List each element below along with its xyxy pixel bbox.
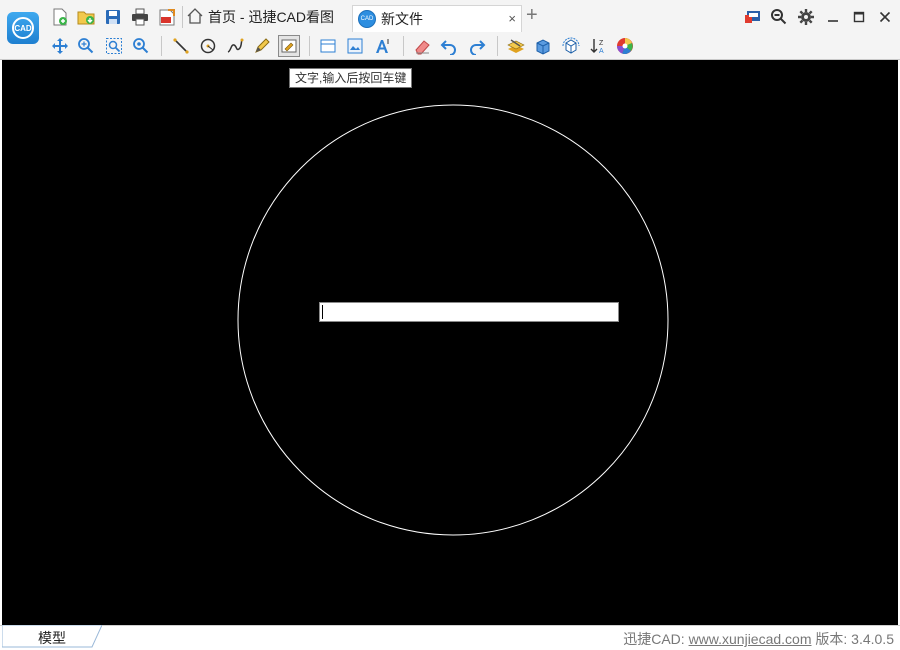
redo-icon[interactable] xyxy=(466,35,488,57)
separator xyxy=(309,36,310,56)
separator xyxy=(403,36,404,56)
svg-text:A: A xyxy=(599,48,604,55)
minimize-icon[interactable] xyxy=(822,7,844,27)
tab-model[interactable]: 模型 xyxy=(2,625,102,648)
version-label: 版本: xyxy=(811,631,852,647)
open-file-icon[interactable] xyxy=(76,7,96,27)
line-icon[interactable] xyxy=(170,35,192,57)
sort-icon[interactable]: ZA xyxy=(587,35,609,57)
zoom-icon[interactable] xyxy=(768,7,790,27)
tab-new-file-label: 新文件 xyxy=(381,11,423,27)
save-icon[interactable] xyxy=(103,7,123,27)
measure-icon[interactable] xyxy=(317,35,339,57)
text-caret xyxy=(322,305,323,319)
circle-icon[interactable] xyxy=(197,35,219,57)
app-logo-text: CAD xyxy=(12,17,34,39)
settings-icon[interactable] xyxy=(795,7,817,27)
print-icon[interactable] xyxy=(130,7,150,27)
close-tab-icon[interactable]: × xyxy=(508,11,516,26)
svg-text:Z: Z xyxy=(599,40,604,47)
image-icon[interactable] xyxy=(344,35,366,57)
separator xyxy=(161,36,162,56)
text-style-icon[interactable] xyxy=(372,35,394,57)
maximize-icon[interactable] xyxy=(848,7,870,27)
zoom-realtime-icon[interactable] xyxy=(75,35,97,57)
app-logo: CAD xyxy=(7,12,39,44)
text-entry-input[interactable] xyxy=(319,302,619,322)
status-info: 迅捷CAD: www.xunjiecad.com 版本: 3.4.0.5 xyxy=(623,629,894,649)
version-value: 3.4.0.5 xyxy=(851,631,894,647)
export-pdf-icon[interactable] xyxy=(157,7,177,27)
3d-orbit-icon[interactable] xyxy=(560,35,582,57)
tab-home-label: 首页 - 迅捷CAD看图 xyxy=(208,9,334,25)
separator xyxy=(182,6,183,28)
color-icon[interactable] xyxy=(614,35,636,57)
drawing-canvas[interactable] xyxy=(2,60,898,625)
text-icon[interactable] xyxy=(278,35,300,57)
new-file-icon[interactable] xyxy=(50,7,70,27)
close-icon[interactable] xyxy=(874,7,896,27)
status-bar: 模型 迅捷CAD: www.xunjiecad.com 版本: 3.4.0.5 xyxy=(0,625,900,650)
pan-icon[interactable] xyxy=(49,35,71,57)
layers-icon[interactable] xyxy=(505,35,527,57)
tab-model-label: 模型 xyxy=(38,630,66,646)
title-bar: 首页 - 迅捷CAD看图 CAD 新文件 × + xyxy=(0,0,900,32)
tooltip: 文字,输入后按回车键 xyxy=(289,68,413,88)
3d-view-icon[interactable] xyxy=(532,35,554,57)
drawing-svg xyxy=(237,104,669,536)
zoom-extents-icon[interactable] xyxy=(130,35,152,57)
separator xyxy=(497,36,498,56)
add-tab-icon[interactable]: + xyxy=(526,5,538,25)
layout-icon[interactable] xyxy=(742,7,764,27)
pencil-icon[interactable] xyxy=(251,35,273,57)
undo-icon[interactable] xyxy=(438,35,460,57)
product-label: 迅捷CAD: xyxy=(623,631,689,647)
zoom-window-icon[interactable] xyxy=(103,35,125,57)
polyline-icon[interactable] xyxy=(224,35,246,57)
tab-new-file[interactable]: CAD 新文件 × xyxy=(352,5,522,32)
toolbar: ZA xyxy=(0,32,900,60)
home-icon xyxy=(186,7,204,28)
eraser-icon[interactable] xyxy=(411,35,433,57)
cad-file-icon: CAD xyxy=(358,10,376,28)
tab-home[interactable]: 首页 - 迅捷CAD看图 xyxy=(186,6,334,28)
website-link[interactable]: www.xunjiecad.com xyxy=(689,631,812,647)
